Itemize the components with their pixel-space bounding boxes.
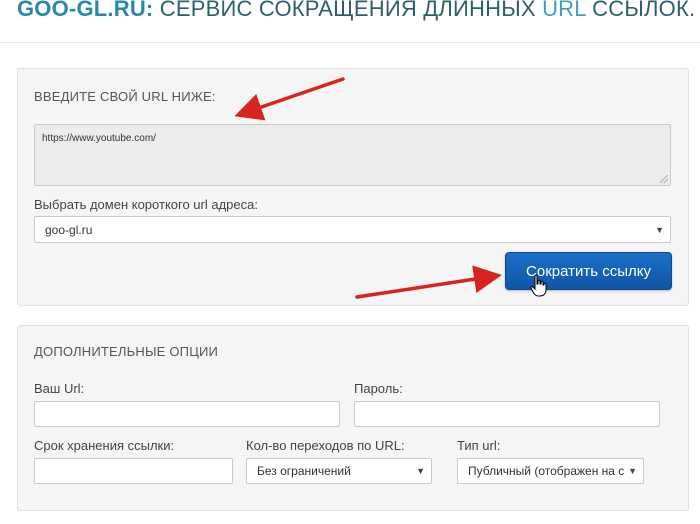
hand-cursor-icon bbox=[530, 274, 547, 297]
chevron-down-icon: ▼ bbox=[416, 466, 425, 476]
shorten-form-title: ВВЕДИТЕ СВОЙ URL НИЖЕ: bbox=[34, 89, 216, 104]
header-divider bbox=[0, 42, 700, 43]
options-panel: ДОПОЛНИТЕЛЬНЫЕ ОПЦИИ Ваш Url: Пароль: Ср… bbox=[17, 325, 689, 511]
domain-select-value: goo-gl.ru bbox=[45, 222, 93, 237]
title-text-1: СЕРВИС СОКРАЩЕНИЯ ДЛИННЫХ bbox=[153, 0, 543, 21]
chevron-down-icon: ▼ bbox=[655, 224, 664, 235]
page-title: GOO-GL.RU: СЕРВИС СОКРАЩЕНИЯ ДЛИННЫХ URL… bbox=[17, 0, 700, 22]
clicks-select[interactable]: Без ограничений ▼ bbox=[246, 458, 432, 484]
type-select-value: Публичный (отображен на с bbox=[468, 464, 625, 478]
type-select[interactable]: Публичный (отображен на с ▼ bbox=[457, 458, 644, 484]
expiry-input[interactable] bbox=[34, 458, 233, 484]
shorten-form-panel: ВВЕДИТЕ СВОЙ URL НИЖЕ: https://www.youtu… bbox=[17, 68, 689, 306]
chevron-down-icon: ▼ bbox=[625, 466, 637, 476]
clicks-label: Кол-во переходов по URL: bbox=[246, 438, 405, 453]
long-url-value: https://www.youtube.com/ bbox=[42, 133, 156, 144]
resize-grip-icon[interactable] bbox=[660, 175, 668, 183]
clicks-select-value: Без ограничений bbox=[257, 464, 351, 478]
title-url-word: URL bbox=[542, 0, 586, 21]
title-text-2: ССЫЛОК. bbox=[585, 0, 696, 21]
password-input[interactable] bbox=[354, 401, 660, 427]
custom-url-label: Ваш Url: bbox=[34, 381, 85, 396]
type-label: Тип url: bbox=[457, 438, 501, 453]
domain-select[interactable]: goo-gl.ru ▼ bbox=[34, 216, 671, 243]
brand-name: GOO-GL.RU: bbox=[17, 0, 154, 21]
expiry-label: Срок хранения ссылки: bbox=[34, 438, 175, 453]
custom-url-input[interactable] bbox=[34, 401, 340, 427]
options-title: ДОПОЛНИТЕЛЬНЫЕ ОПЦИИ bbox=[34, 344, 219, 359]
long-url-textarea[interactable]: https://www.youtube.com/ bbox=[34, 124, 671, 186]
password-label: Пароль: bbox=[354, 381, 403, 396]
domain-label: Выбрать домен короткого url адреса: bbox=[34, 197, 258, 212]
